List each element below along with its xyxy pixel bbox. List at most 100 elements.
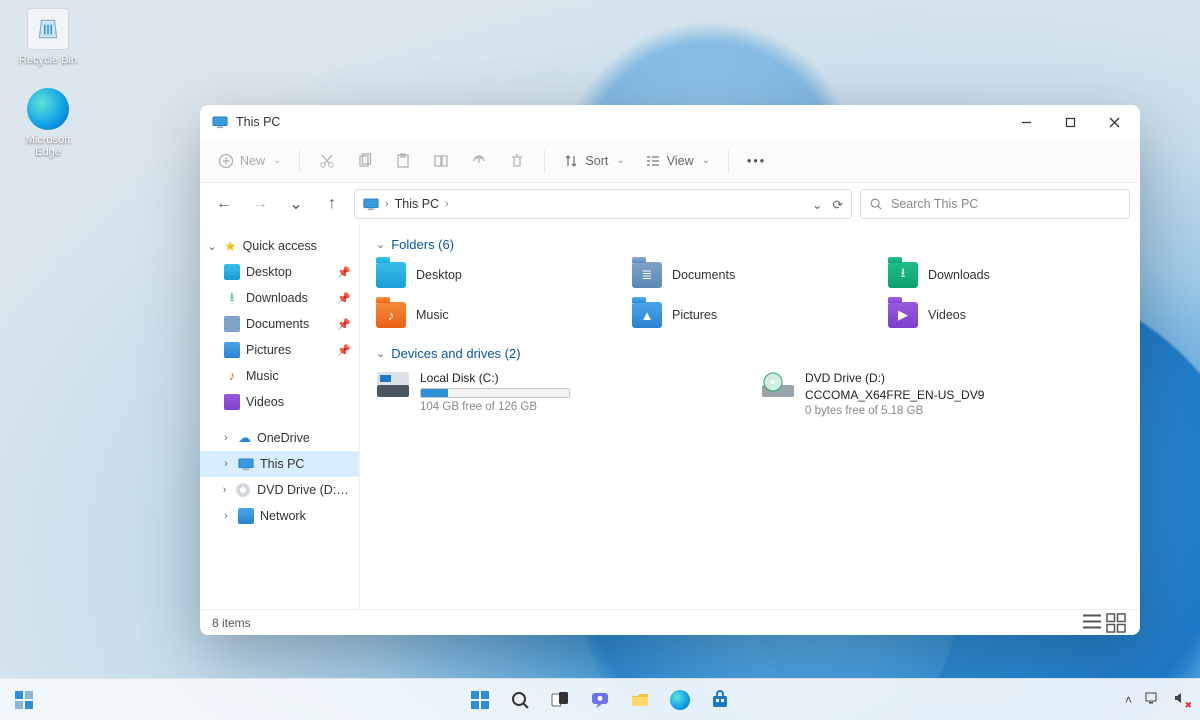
sidebar-item-documents[interactable]: Documents 📌	[200, 311, 359, 337]
view-button[interactable]: View ⌄	[637, 145, 718, 177]
folder-icon: ♪	[376, 302, 406, 328]
start-button[interactable]	[464, 684, 496, 716]
folder-pictures[interactable]: ▲ Pictures	[632, 302, 868, 328]
back-button[interactable]: ←	[210, 190, 238, 218]
sidebar-dvd[interactable]: › DVD Drive (D:) CCCO	[200, 477, 359, 503]
copy-button[interactable]	[348, 145, 382, 177]
status-bar: 8 items	[200, 609, 1140, 635]
details-view-button[interactable]	[1080, 613, 1104, 633]
recent-dropdown[interactable]: ⌄	[282, 190, 310, 218]
sidebar-this-pc[interactable]: › This PC	[200, 451, 359, 477]
rename-button[interactable]	[424, 145, 458, 177]
folder-icon	[376, 262, 406, 288]
chat-button[interactable]	[584, 684, 616, 716]
sidebar-onedrive[interactable]: › ☁ OneDrive	[200, 425, 359, 451]
address-bar[interactable]: › This PC › ⌄ ⟳	[354, 189, 852, 219]
chevron-down-icon[interactable]: ⌄	[812, 197, 822, 212]
edge-button[interactable]	[664, 684, 696, 716]
chevron-right-icon: ›	[445, 198, 449, 210]
search-button[interactable]	[504, 684, 536, 716]
this-pc-icon	[212, 116, 228, 129]
more-button[interactable]: •••	[739, 145, 774, 177]
content-area: ⌄ Folders (6) Desktop ≣ Documents ⭳ Down…	[360, 225, 1140, 609]
folder-videos[interactable]: ▶ Videos	[888, 302, 1124, 328]
store-button[interactable]	[704, 684, 736, 716]
new-button[interactable]: New ⌄	[210, 145, 289, 177]
chevron-right-icon: ›	[220, 510, 232, 522]
task-view-button[interactable]	[544, 684, 576, 716]
nav-row: ← → ⌄ ↑ › This PC › ⌄ ⟳ Search This PC	[200, 183, 1140, 225]
drive-local-c[interactable]: Local Disk (C:) 104 GB free of 126 GB	[376, 371, 739, 417]
paste-button[interactable]	[386, 145, 420, 177]
sidebar-item-music[interactable]: ♪ Music	[200, 363, 359, 389]
folder-desktop[interactable]: Desktop	[376, 262, 612, 288]
chevron-down-icon: ⌄	[616, 155, 624, 166]
drive-usage-fill	[421, 389, 448, 397]
edge-icon	[27, 88, 69, 130]
tray-overflow-button[interactable]: ˄	[1125, 693, 1132, 707]
chevron-down-icon: ⌄	[702, 155, 710, 166]
cut-button[interactable]	[310, 145, 344, 177]
folder-label: Videos	[928, 308, 966, 322]
search-box[interactable]: Search This PC	[860, 189, 1130, 219]
up-button[interactable]: ↑	[318, 190, 346, 218]
desktop-icon-recycle-bin[interactable]: Recycle Bin	[12, 8, 84, 66]
sort-button[interactable]: Sort ⌄	[555, 145, 632, 177]
drive-volume-label: CCCOMA_X64FRE_EN-US_DV9	[805, 388, 984, 402]
drive-usage-bar	[420, 388, 570, 398]
network-icon	[238, 508, 254, 524]
folder-music[interactable]: ♪ Music	[376, 302, 612, 328]
view-icon	[645, 153, 661, 169]
sidebar-label: OneDrive	[257, 431, 310, 445]
chevron-down-icon: ⌄	[273, 155, 281, 166]
folder-icon: ▶	[888, 302, 918, 328]
share-button[interactable]	[462, 145, 496, 177]
desktop-icon-label: Recycle Bin	[12, 54, 84, 66]
share-icon	[471, 153, 487, 169]
sidebar-label: Network	[260, 509, 306, 523]
group-header-folders[interactable]: ⌄ Folders (6)	[376, 237, 1124, 252]
sidebar-item-downloads[interactable]: ⭳ Downloads 📌	[200, 285, 359, 311]
sidebar-label: Quick access	[243, 239, 317, 253]
group-title: Folders (6)	[391, 237, 454, 252]
delete-button[interactable]	[500, 145, 534, 177]
paste-icon	[395, 153, 411, 169]
refresh-button[interactable]: ⟳	[833, 197, 843, 212]
minimize-button[interactable]	[1004, 105, 1048, 139]
rename-icon	[433, 153, 449, 169]
group-header-drives[interactable]: ⌄ Devices and drives (2)	[376, 346, 1124, 361]
sidebar-item-desktop[interactable]: Desktop 📌	[200, 259, 359, 285]
chevron-down-icon: ⌄	[376, 238, 385, 251]
tiles-view-button[interactable]	[1104, 613, 1128, 633]
folder-downloads[interactable]: ⭳ Downloads	[888, 262, 1124, 288]
close-button[interactable]	[1092, 105, 1136, 139]
sort-label: Sort	[585, 154, 608, 168]
status-item-count: 8 items	[212, 616, 251, 630]
folder-documents[interactable]: ≣ Documents	[632, 262, 868, 288]
widgets-button[interactable]	[8, 684, 40, 716]
drive-dvd-d[interactable]: DVD Drive (D:) CCCOMA_X64FRE_EN-US_DV9 0…	[761, 371, 1124, 417]
forward-button[interactable]: →	[246, 190, 274, 218]
folder-label: Music	[416, 308, 449, 322]
network-tray-icon[interactable]	[1144, 690, 1160, 709]
file-explorer-button[interactable]	[624, 684, 656, 716]
folder-label: Documents	[672, 268, 735, 282]
maximize-button[interactable]	[1048, 105, 1092, 139]
this-pc-icon	[238, 458, 254, 471]
plus-circle-icon	[218, 153, 234, 169]
sidebar-quick-access[interactable]: ⌄ ★ Quick access	[200, 233, 359, 259]
sidebar-item-pictures[interactable]: Pictures 📌	[200, 337, 359, 363]
trash-icon	[509, 153, 525, 169]
sidebar-label: Videos	[246, 395, 284, 409]
breadcrumb-root[interactable]: This PC	[395, 197, 439, 211]
sound-tray-icon[interactable]: ✖	[1172, 690, 1188, 709]
sidebar-network[interactable]: › Network	[200, 503, 359, 529]
hard-drive-icon	[376, 371, 410, 399]
titlebar[interactable]: This PC	[200, 105, 1140, 139]
desktop-icon-ms-edge[interactable]: Microsoft Edge	[12, 88, 84, 158]
drive-name: DVD Drive (D:)	[805, 371, 984, 385]
chevron-down-icon: ⌄	[376, 347, 385, 360]
music-icon: ♪	[224, 368, 240, 384]
chevron-right-icon: ›	[220, 432, 232, 444]
sidebar-item-videos[interactable]: Videos	[200, 389, 359, 415]
